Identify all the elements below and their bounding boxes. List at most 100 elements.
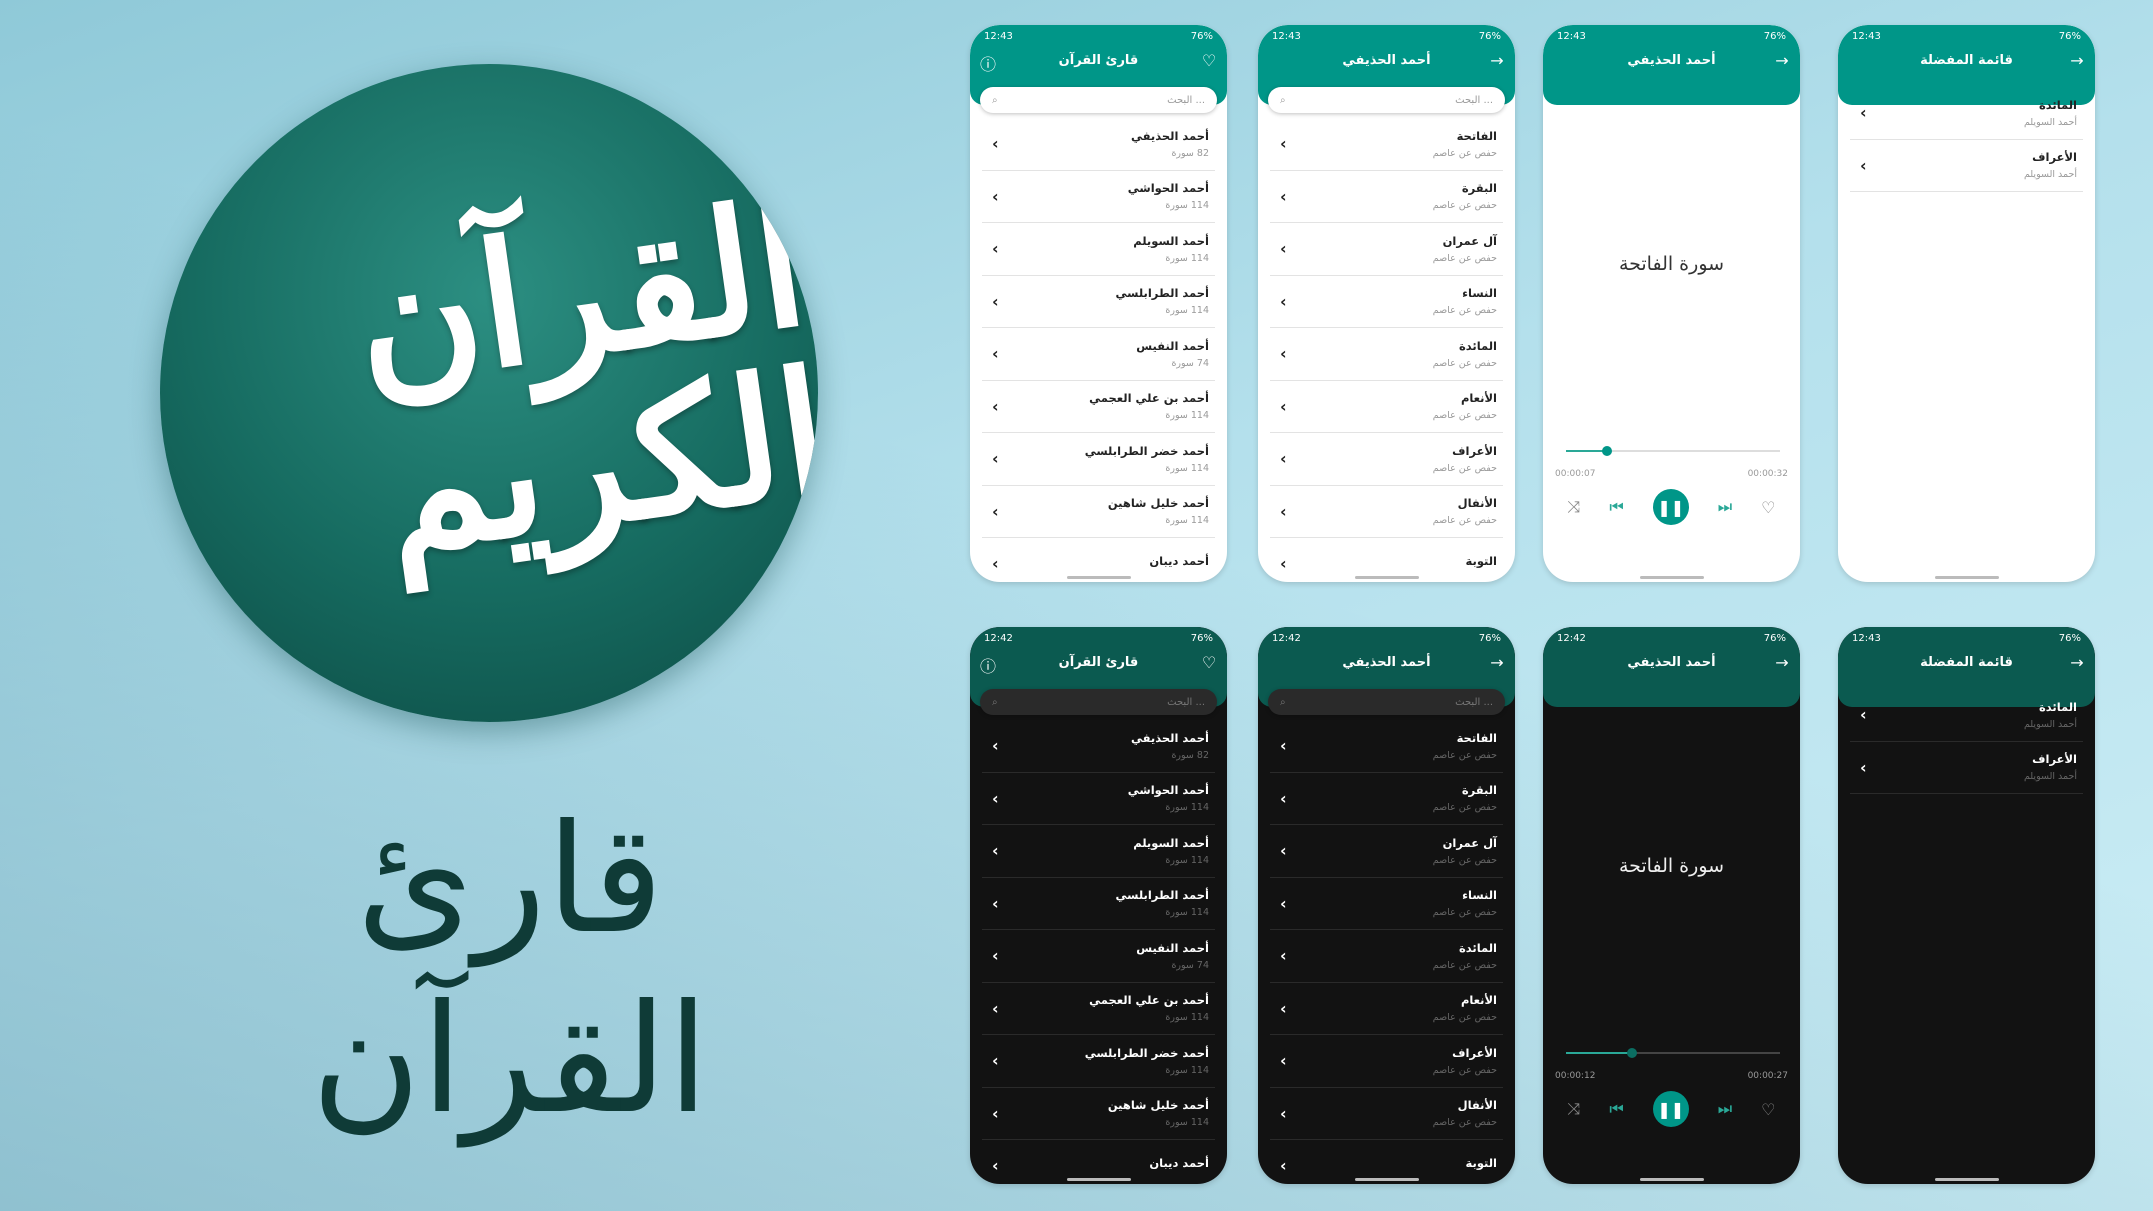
item-title: الأنفال <box>1457 496 1497 511</box>
chevron-left-icon: ‹ <box>992 239 999 259</box>
list-item[interactable]: ‹ النساء حفص عن عاصم <box>1270 276 1503 328</box>
info-icon[interactable]: ⓘ <box>978 653 998 677</box>
list-item[interactable]: ‹ الأنعام حفص عن عاصم <box>1270 381 1503 433</box>
list-item[interactable]: ‹ المائدة حفص عن عاصم <box>1270 930 1503 983</box>
progress-knob[interactable] <box>1601 446 1612 456</box>
list-item[interactable]: ‹ أحمد خضر الطرابلسي 114 سورة <box>982 1035 1215 1088</box>
list-item[interactable]: ‹ أحمد خليل شاهين 114 سورة <box>982 1088 1215 1140</box>
list-item[interactable]: ‹ الأنفال حفص عن عاصم <box>1270 486 1503 538</box>
list-item[interactable]: ‹ الفاتحة حفص عن عاصم <box>1270 720 1503 773</box>
list-item-text: المائدة أحمد السويلم <box>2024 98 2077 128</box>
back-arrow-icon[interactable]: → <box>1487 51 1507 70</box>
favorite-item[interactable]: ‹ الأعراف أحمد السويلم <box>1850 140 2083 192</box>
list-item-text: أحمد ديبان <box>1149 1156 1209 1175</box>
item-subtitle: حفص عن عاصم <box>1432 147 1497 159</box>
list-item[interactable]: ‹ البقرة حفص عن عاصم <box>1270 171 1503 223</box>
status-battery: 76% <box>1763 31 1786 42</box>
item-title: النساء <box>1462 888 1497 903</box>
search-input[interactable]: ⌕ البحث ... <box>1268 689 1505 715</box>
list-item-text: المائدة أحمد السويلم <box>2024 700 2077 730</box>
item-title: الأنفال <box>1457 1098 1497 1113</box>
status-time: 12:43 <box>984 31 1013 42</box>
pause-button[interactable]: ❚❚ <box>1652 1091 1689 1127</box>
status-bar: 12:43 76% <box>1557 31 1786 42</box>
list-item[interactable]: ‹ الأنعام حفص عن عاصم <box>1270 983 1503 1035</box>
item-subtitle: حفص عن عاصم <box>1432 305 1497 317</box>
list-item[interactable]: ‹ أحمد خليل شاهين 114 سورة <box>982 486 1215 538</box>
list-item[interactable]: ‹ النساء حفص عن عاصم <box>1270 878 1503 930</box>
list: ‹ أحمد الحذيفي 82 سورة ‹ أحمد الحواشي 114 سور… <box>982 118 1215 582</box>
favorites-heart-icon[interactable]: ♡ <box>1199 51 1219 70</box>
pause-button[interactable]: ❚❚ <box>1652 489 1689 525</box>
progress-slider[interactable] <box>1566 1048 1780 1058</box>
favorite-item[interactable]: ‹ المائدة أحمد السويلم <box>1850 689 2083 742</box>
list-item[interactable]: ‹ المائدة حفص عن عاصم <box>1270 328 1503 381</box>
search-input[interactable]: ⌕ البحث ... <box>1268 87 1505 113</box>
list-item[interactable]: ‹ أحمد الحذيفي 82 سورة <box>982 720 1215 773</box>
back-arrow-icon[interactable]: → <box>1772 51 1792 70</box>
search-icon: ⌕ <box>1280 94 1286 106</box>
list-item-text: الأعراف أحمد السويلم <box>2024 752 2077 782</box>
progress-slider[interactable] <box>1566 446 1780 456</box>
previous-icon[interactable]: ⏮ <box>1609 497 1623 517</box>
list-item[interactable]: ‹ أحمد الحواشي 114 سورة <box>982 171 1215 223</box>
next-icon[interactable]: ⏭ <box>1718 1099 1732 1119</box>
list-item[interactable]: ‹ أحمد السويلم 114 سورة <box>982 825 1215 878</box>
back-arrow-icon[interactable]: → <box>2067 51 2087 70</box>
status-time: 12:42 <box>984 633 1013 644</box>
chevron-left-icon: ‹ <box>1280 893 1287 913</box>
shuffle-icon[interactable]: ⤨ <box>1568 1099 1581 1119</box>
favorite-heart-icon[interactable]: ♡ <box>1761 498 1775 517</box>
item-title: الأنعام <box>1460 993 1497 1008</box>
list-item[interactable]: ‹ أحمد السويلم 114 سورة <box>982 223 1215 276</box>
info-icon[interactable]: ⓘ <box>978 51 998 75</box>
list-item[interactable]: ‹ أحمد خضر الطرابلسي 114 سورة <box>982 433 1215 486</box>
list-item[interactable]: ‹ أحمد بن علي العجمي 114 سورة <box>982 381 1215 433</box>
list-item[interactable]: ‹ أحمد النفيس 74 سورة <box>982 328 1215 381</box>
back-arrow-icon[interactable]: → <box>2067 653 2087 672</box>
list-item[interactable]: ‹ أحمد النفيس 74 سورة <box>982 930 1215 983</box>
list-item-text: أحمد الحواشي 114 سورة <box>1128 181 1209 211</box>
list-item[interactable]: ‹ الأنفال حفص عن عاصم <box>1270 1088 1503 1140</box>
progress-knob[interactable] <box>1627 1048 1638 1058</box>
item-title: أحمد ديبان <box>1149 1156 1209 1171</box>
favorites-heart-icon[interactable]: ♡ <box>1199 653 1219 672</box>
chevron-left-icon: ‹ <box>992 1051 999 1071</box>
back-arrow-icon[interactable]: → <box>1487 653 1507 672</box>
list-item[interactable]: ‹ الأعراف حفص عن عاصم <box>1270 433 1503 486</box>
list-item[interactable]: ‹ أحمد بن علي العجمي 114 سورة <box>982 983 1215 1035</box>
back-arrow-icon[interactable]: → <box>1772 653 1792 672</box>
list-item-text: الأنعام حفص عن عاصم <box>1433 993 1497 1023</box>
favorite-heart-icon[interactable]: ♡ <box>1761 1100 1775 1119</box>
chevron-left-icon: ‹ <box>992 1103 999 1123</box>
header-title: قارئ القرآن <box>1058 655 1139 670</box>
list-item[interactable]: ‹ الفاتحة حفص عن عاصم <box>1270 118 1503 171</box>
list-item[interactable]: ‹ الأعراف حفص عن عاصم <box>1270 1035 1503 1088</box>
next-icon[interactable]: ⏭ <box>1718 497 1732 517</box>
list-item[interactable]: ‹ آل عمران حفص عن عاصم <box>1270 223 1503 276</box>
item-subtitle: حفص عن عاصم <box>1432 854 1497 866</box>
item-subtitle: 114 سورة <box>1165 1012 1209 1024</box>
previous-icon[interactable]: ⏮ <box>1609 1099 1623 1119</box>
chevron-left-icon: ‹ <box>1280 344 1287 364</box>
phone-screen-player-light: 12:43 76% أحمد الحذيفي → سورة الفاتحة 00:00:0… <box>1543 25 1800 582</box>
favorite-item[interactable]: ‹ الأعراف أحمد السويلم <box>1850 742 2083 794</box>
search-input[interactable]: ⌕ البحث ... <box>980 87 1217 113</box>
list-item[interactable]: ‹ أحمد الحواشي 114 سورة <box>982 773 1215 825</box>
search-input[interactable]: ⌕ البحث ... <box>980 689 1217 715</box>
chevron-left-icon: ‹ <box>1280 841 1287 861</box>
chevron-left-icon: ‹ <box>1280 1156 1287 1176</box>
phone-screen-favorites-light: 12:43 76% قائمة المفضلة → ‹ المائدة أحمد السوي… <box>1838 25 2095 582</box>
search-placeholder: البحث ... <box>1455 94 1493 106</box>
list-item[interactable]: ‹ أحمد الحذيفي 82 سورة <box>982 118 1215 171</box>
list-item[interactable]: ‹ أحمد الطرابلسي 114 سورة <box>982 878 1215 930</box>
item-subtitle: 74 سورة <box>1171 959 1209 971</box>
list-item[interactable]: ‹ أحمد الطرابلسي 114 سورة <box>982 276 1215 328</box>
list-item[interactable]: ‹ آل عمران حفص عن عاصم <box>1270 825 1503 878</box>
list-item[interactable]: ‹ البقرة حفص عن عاصم <box>1270 773 1503 825</box>
elapsed-time: 00:00:12 <box>1555 1071 1596 1081</box>
list-item-text: النساء حفص عن عاصم <box>1433 888 1497 918</box>
favorite-item[interactable]: ‹ المائدة أحمد السويلم <box>1850 87 2083 140</box>
item-subtitle: أحمد السويلم <box>2023 718 2077 730</box>
shuffle-icon[interactable]: ⤨ <box>1568 497 1581 517</box>
